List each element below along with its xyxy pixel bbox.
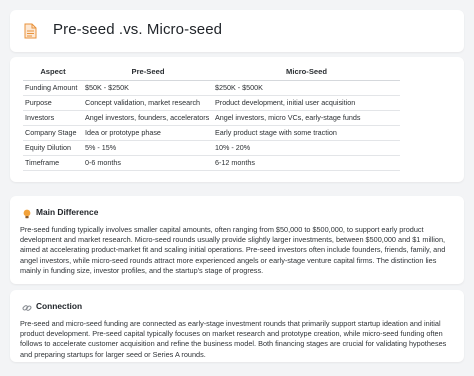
column-header: Aspect (23, 64, 83, 81)
table-row: Investors Angel investors, founders, acc… (23, 110, 400, 126)
table-cell: $250K - $500K (213, 80, 400, 96)
document-icon (24, 23, 37, 39)
table-cell: 0-6 months (83, 155, 213, 171)
table-row: Equity Dilution 5% - 15% 10% - 20% (23, 140, 400, 156)
table-cell: Angel investors, founders, accelerators (83, 110, 213, 126)
column-header: Pre-Seed (83, 64, 213, 81)
table-header-row: Aspect Pre-Seed Micro-Seed (23, 64, 400, 81)
table-cell: Timeframe (23, 155, 83, 171)
table-cell: 6-12 months (213, 155, 400, 171)
table-cell: Company Stage (23, 125, 83, 141)
table-cell: Concept validation, market research (83, 95, 213, 111)
lightbulb-icon (23, 209, 31, 219)
table-row: Funding Amount $50K - $250K $250K - $500… (23, 80, 400, 96)
table-cell: 10% - 20% (213, 140, 400, 156)
header-card: Pre-seed .vs. Micro-seed (10, 10, 464, 52)
table-cell: Equity Dilution (23, 140, 83, 156)
table-cell: Angel investors, micro VCs, early-stage … (213, 110, 400, 126)
main-difference-section: Main Difference Pre-seed funding typical… (10, 196, 464, 284)
section-text: Pre-seed funding typically involves smal… (20, 225, 446, 275)
table-cell: Purpose (23, 95, 83, 111)
column-header: Micro-Seed (213, 64, 400, 81)
table-row: Purpose Concept validation, market resea… (23, 95, 400, 111)
table-cell: Investors (23, 110, 83, 126)
table-row: Company Stage Idea or prototype phase Ea… (23, 125, 400, 141)
table-cell: Early product stage with some traction (213, 125, 400, 141)
section-text: Pre-seed and micro-seed funding are conn… (20, 319, 447, 359)
table-cell: Funding Amount (23, 80, 83, 96)
section-title: Main Difference (36, 207, 99, 217)
page-title: Pre-seed .vs. Micro-seed (53, 21, 223, 38)
comparison-table-card: Aspect Pre-Seed Micro-Seed Funding Amoun… (10, 57, 464, 182)
table-cell: 5% - 15% (83, 140, 213, 156)
table-cell: Product development, initial user acquis… (213, 95, 400, 111)
comparison-table: Aspect Pre-Seed Micro-Seed Funding Amoun… (23, 64, 400, 171)
table-row: Timeframe 0-6 months 6-12 months (23, 155, 400, 171)
table-cell: $50K - $250K (83, 80, 213, 96)
table-cell: Idea or prototype phase (83, 125, 213, 141)
section-title: Connection (36, 301, 83, 311)
link-icon (22, 305, 32, 311)
connection-section: Connection Pre-seed and micro-seed fundi… (10, 290, 464, 362)
